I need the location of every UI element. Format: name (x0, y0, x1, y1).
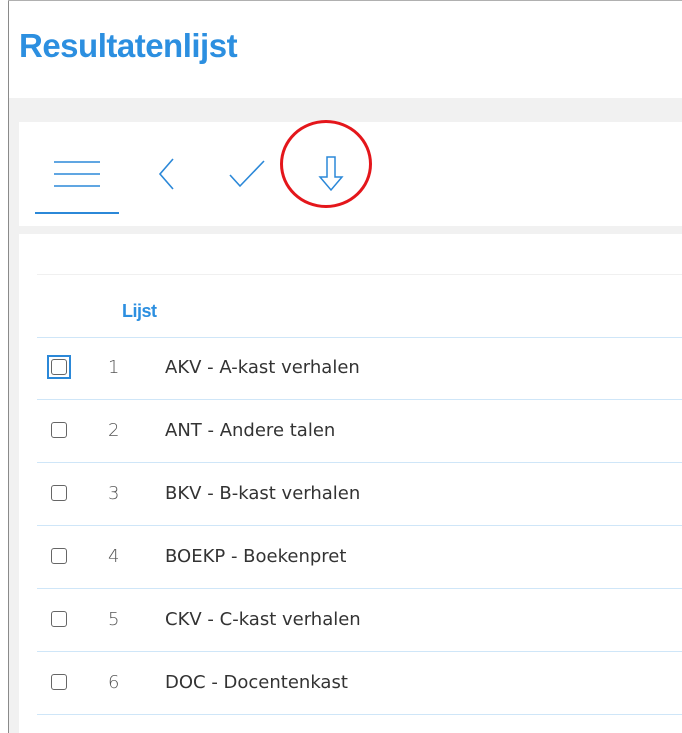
row-number: 3 (108, 483, 120, 504)
checkmark-icon (229, 160, 265, 188)
row-checkbox[interactable] (51, 611, 67, 627)
menu-button[interactable] (35, 134, 119, 214)
row-number: 2 (108, 420, 120, 441)
row-number: 4 (108, 546, 120, 567)
column-header-lijst[interactable]: Lijst (122, 301, 157, 322)
row-checkbox[interactable] (51, 674, 67, 690)
back-button[interactable] (137, 134, 197, 214)
row-checkbox[interactable] (51, 422, 67, 438)
row-checkbox[interactable] (51, 359, 67, 375)
row-label: ANT - Andere talen (165, 420, 336, 441)
result-list: Lijst 1 AKV - A-kast verhalen 2 ANT - An… (19, 234, 682, 733)
list-row[interactable]: 1 AKV - A-kast verhalen (37, 337, 682, 400)
confirm-button[interactable] (217, 134, 277, 214)
list-row[interactable]: 5 CKV - C-kast verhalen (37, 589, 682, 652)
column-header-row: Lijst (37, 274, 682, 338)
list-row[interactable]: 3 BKV - B-kast verhalen (37, 463, 682, 526)
row-number: 1 (108, 357, 120, 378)
row-label: DOC - Docentenkast (165, 672, 348, 693)
row-checkbox[interactable] (51, 548, 67, 564)
hamburger-icon (54, 161, 100, 187)
toolbar (19, 122, 682, 226)
arrow-down-icon (318, 156, 344, 192)
row-label: AKV - A-kast verhalen (165, 357, 360, 378)
row-checkbox[interactable] (51, 485, 67, 501)
page-title: Resultatenlijst (19, 27, 238, 64)
list-row[interactable]: 2 ANT - Andere talen (37, 400, 682, 463)
list-row[interactable]: 4 BOEKP - Boekenpret (37, 526, 682, 589)
download-button[interactable] (299, 134, 363, 214)
list-row[interactable]: 6 DOC - Docentenkast (37, 652, 682, 715)
row-label: BKV - B-kast verhalen (165, 483, 361, 504)
row-number: 5 (108, 609, 120, 630)
row-label: BOEKP - Boekenpret (165, 546, 347, 567)
chevron-left-icon (158, 158, 174, 190)
row-number: 6 (108, 672, 120, 693)
row-label: CKV - C-kast verhalen (165, 609, 361, 630)
